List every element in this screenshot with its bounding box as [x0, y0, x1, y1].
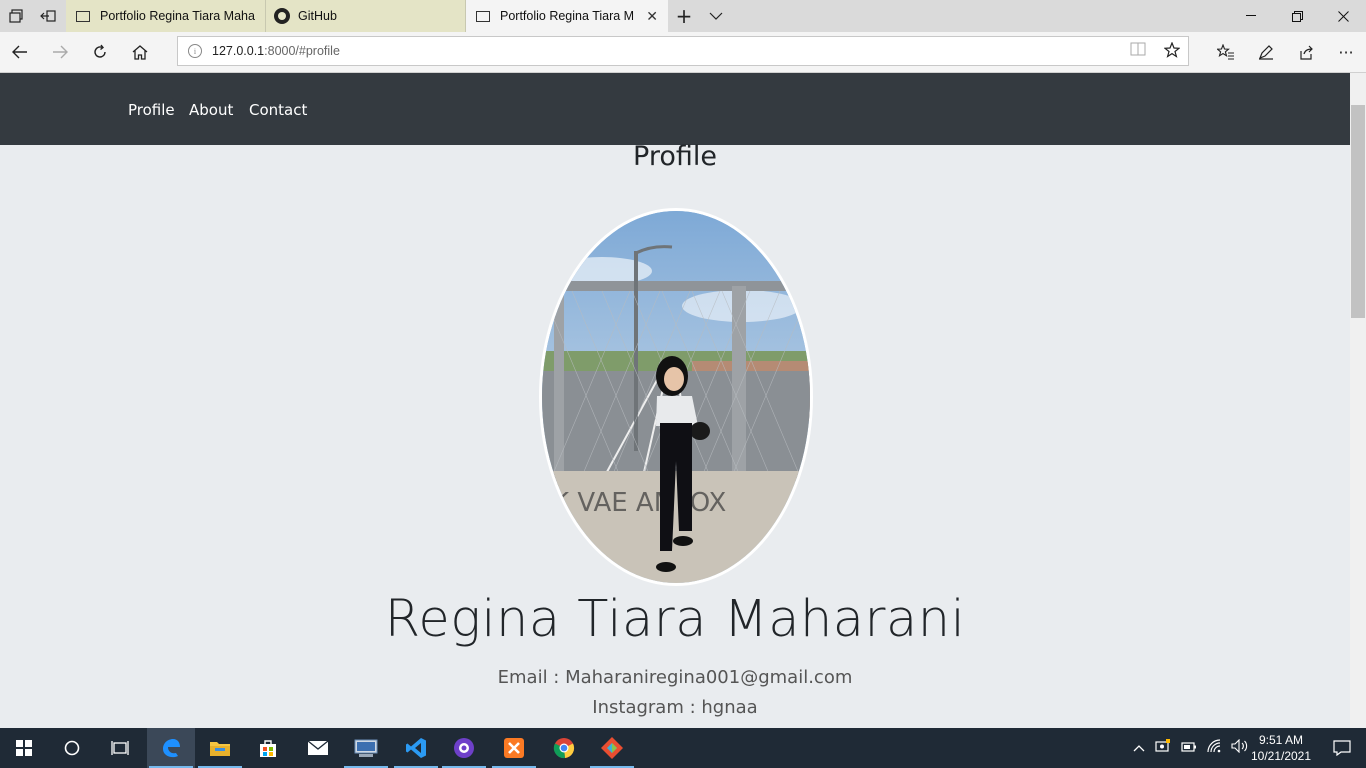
chevron-down-icon[interactable] [700, 0, 732, 32]
browser-toolbar: i 127.0.0.1:8000/#profile ··· [0, 32, 1366, 73]
clock-date: 10/21/2021 [1250, 749, 1312, 763]
volume-icon[interactable] [1231, 738, 1249, 757]
profile-name: Regina Tiara Maharani [384, 590, 966, 649]
github-desktop-icon[interactable] [440, 728, 488, 768]
tab-title: Portfolio Regina Tiara M [500, 9, 635, 23]
vscode-icon[interactable] [392, 728, 440, 768]
set-tabs-aside-icon[interactable] [32, 0, 64, 32]
share-icon[interactable] [1290, 36, 1322, 68]
store-icon[interactable] [244, 728, 292, 768]
minimize-icon[interactable] [1228, 0, 1274, 32]
back-arrow-icon[interactable] [4, 36, 36, 68]
favorites-hub-icon[interactable] [1210, 36, 1242, 68]
svg-text:K VAE AMLOX: K VAE AMLOX [552, 488, 726, 518]
browser-tab-strip: Portfolio Regina Tiara Maha GitHub Portf… [0, 0, 1366, 32]
tab-github[interactable]: GitHub [266, 0, 466, 32]
nav-link-about[interactable]: About [189, 101, 233, 119]
action-center-icon[interactable] [1318, 728, 1366, 768]
device-tray-icon[interactable] [1155, 739, 1171, 757]
page-icon [76, 10, 90, 22]
url-path: :8000/#profile [264, 44, 340, 58]
windows-taskbar: 9:51 AM 10/21/2021 [0, 728, 1366, 768]
git-icon[interactable] [588, 728, 636, 768]
network-app-icon[interactable] [342, 728, 390, 768]
battery-icon[interactable] [1181, 741, 1197, 756]
cortana-icon[interactable] [48, 728, 96, 768]
mail-icon[interactable] [294, 728, 342, 768]
xampp-icon[interactable] [490, 728, 538, 768]
tab-portfolio-active[interactable]: Portfolio Regina Tiara M ✕ [466, 0, 668, 32]
system-tray [1133, 728, 1249, 768]
wifi-icon[interactable] [1207, 739, 1223, 757]
section-title: Profile [633, 141, 717, 172]
site-info-icon[interactable]: i [188, 44, 202, 58]
edge-icon[interactable] [147, 728, 195, 768]
new-tab-icon[interactable]: + [668, 0, 700, 32]
clock-time: 9:51 AM [1258, 733, 1304, 747]
start-icon[interactable] [0, 728, 48, 768]
nav-link-profile[interactable]: Profile [128, 101, 175, 119]
email-text: Email : Maharaniregina001@gmail.com [497, 667, 853, 688]
profile-photo-illustration: K VAE AMLOX [542, 211, 810, 583]
instagram-text: Instagram : hgnaa [592, 697, 758, 718]
page-icon [476, 10, 490, 22]
close-window-icon[interactable] [1320, 0, 1366, 32]
restore-icon[interactable] [1274, 0, 1320, 32]
chrome-icon[interactable] [540, 728, 588, 768]
tab-title: Portfolio Regina Tiara Maha [100, 9, 255, 23]
refresh-icon[interactable] [84, 36, 116, 68]
chevron-up-icon[interactable] [1133, 741, 1145, 756]
more-menu-icon[interactable]: ··· [1330, 36, 1362, 68]
home-icon[interactable] [124, 36, 156, 68]
tab-title: GitHub [298, 9, 337, 23]
scrollbar-thumb[interactable] [1351, 105, 1365, 318]
url-text: 127.0.0.1:8000/#profile [212, 44, 340, 58]
address-bar[interactable]: i 127.0.0.1:8000/#profile [177, 36, 1189, 66]
file-explorer-icon[interactable] [196, 728, 244, 768]
profile-photo: K VAE AMLOX [539, 208, 813, 586]
site-navbar: Profile About Contact [0, 73, 1350, 145]
url-host: 127.0.0.1 [212, 44, 265, 58]
reading-view-icon[interactable] [1130, 42, 1146, 62]
github-icon [274, 8, 290, 24]
taskbar-clock[interactable]: 9:51 AM 10/21/2021 [1248, 732, 1314, 764]
tab-portfolio-1[interactable]: Portfolio Regina Tiara Maha [66, 0, 266, 32]
nav-link-contact[interactable]: Contact [249, 101, 307, 119]
forward-arrow-icon[interactable] [44, 36, 76, 68]
notes-pen-icon[interactable] [1250, 36, 1282, 68]
tab-actions-icon[interactable] [0, 0, 32, 32]
favorite-star-icon[interactable] [1163, 41, 1181, 62]
close-tab-icon[interactable]: ✕ [646, 8, 658, 25]
task-view-icon[interactable] [96, 728, 144, 768]
